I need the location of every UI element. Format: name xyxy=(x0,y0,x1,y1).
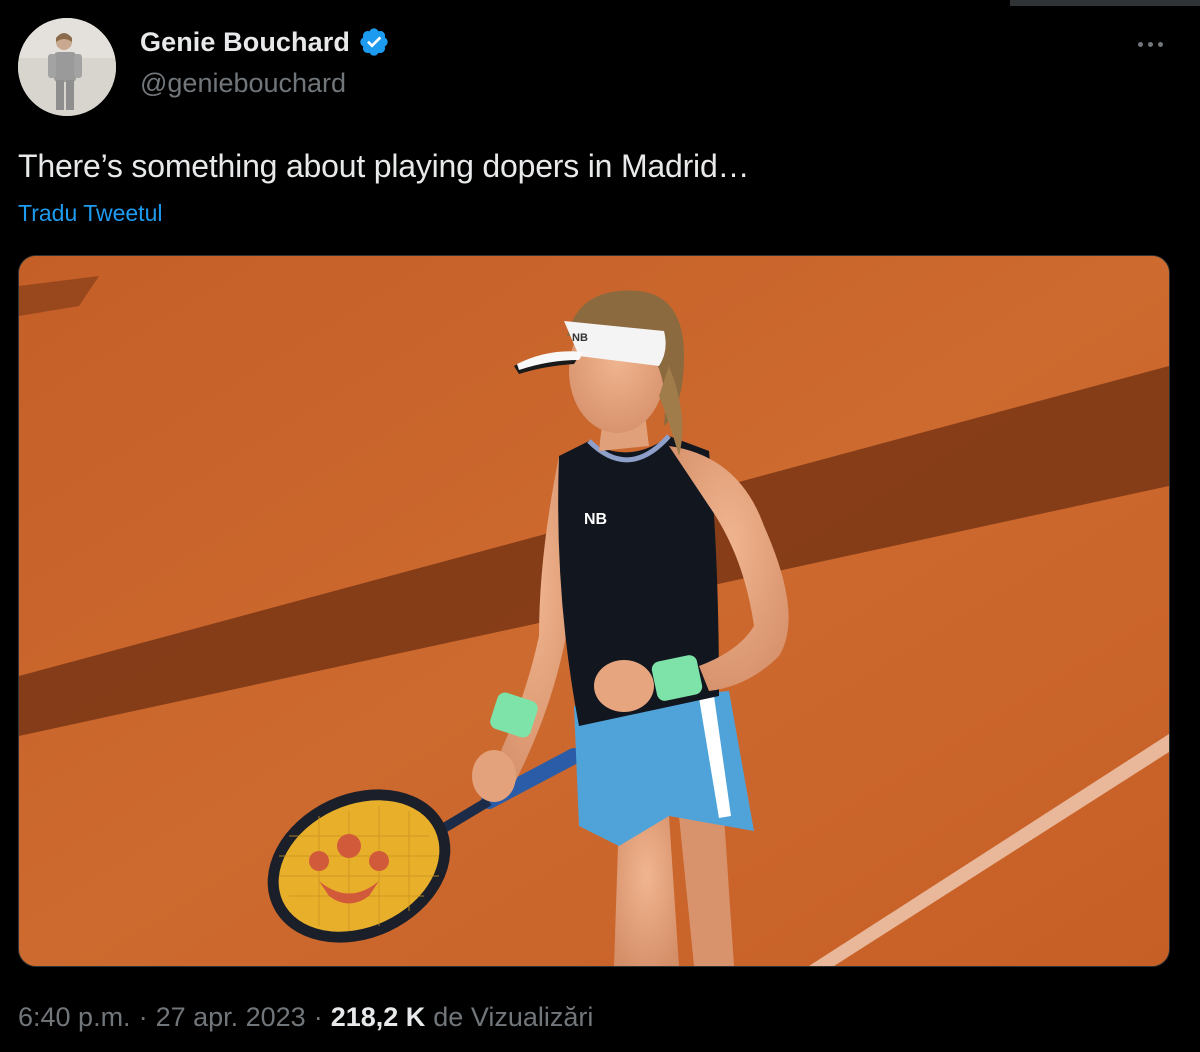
svg-text:NB: NB xyxy=(572,332,588,344)
tennis-player-photo: NB NB xyxy=(19,256,1169,966)
tweet-date[interactable]: 27 apr. 2023 xyxy=(156,1002,306,1033)
avatar-photo xyxy=(18,18,116,116)
more-options-icon[interactable] xyxy=(1128,28,1172,60)
top-edge-strip xyxy=(1010,0,1200,6)
verified-badge-icon xyxy=(360,28,388,56)
more-dot xyxy=(1137,41,1143,47)
tweet-text: There’s something about playing dopers i… xyxy=(18,148,750,184)
views-count: 218,2 K xyxy=(330,1002,426,1032)
more-dot xyxy=(1147,41,1153,47)
meta-separator: · xyxy=(138,1002,148,1032)
tweet-time[interactable]: 6:40 p.m. xyxy=(18,1002,131,1033)
display-name[interactable]: Genie Bouchard xyxy=(140,27,350,58)
avatar[interactable] xyxy=(18,18,116,116)
handle[interactable]: @geniebouchard xyxy=(140,68,346,99)
tweet-header: Genie Bouchard @geniebouchard xyxy=(18,18,1178,118)
views-label: de Vizualizări xyxy=(433,1002,594,1032)
meta-separator: · xyxy=(313,1002,323,1032)
name-row: Genie Bouchard xyxy=(140,26,390,58)
svg-text:NB: NB xyxy=(584,511,607,528)
more-dot xyxy=(1157,41,1163,47)
tweet-meta: 6:40 p.m. · 27 apr. 2023 · 218,2 K de Vi… xyxy=(18,1002,593,1033)
translate-tweet-link[interactable]: Tradu Tweetul xyxy=(18,200,162,227)
tweet-photo[interactable]: NB NB xyxy=(18,255,1170,967)
